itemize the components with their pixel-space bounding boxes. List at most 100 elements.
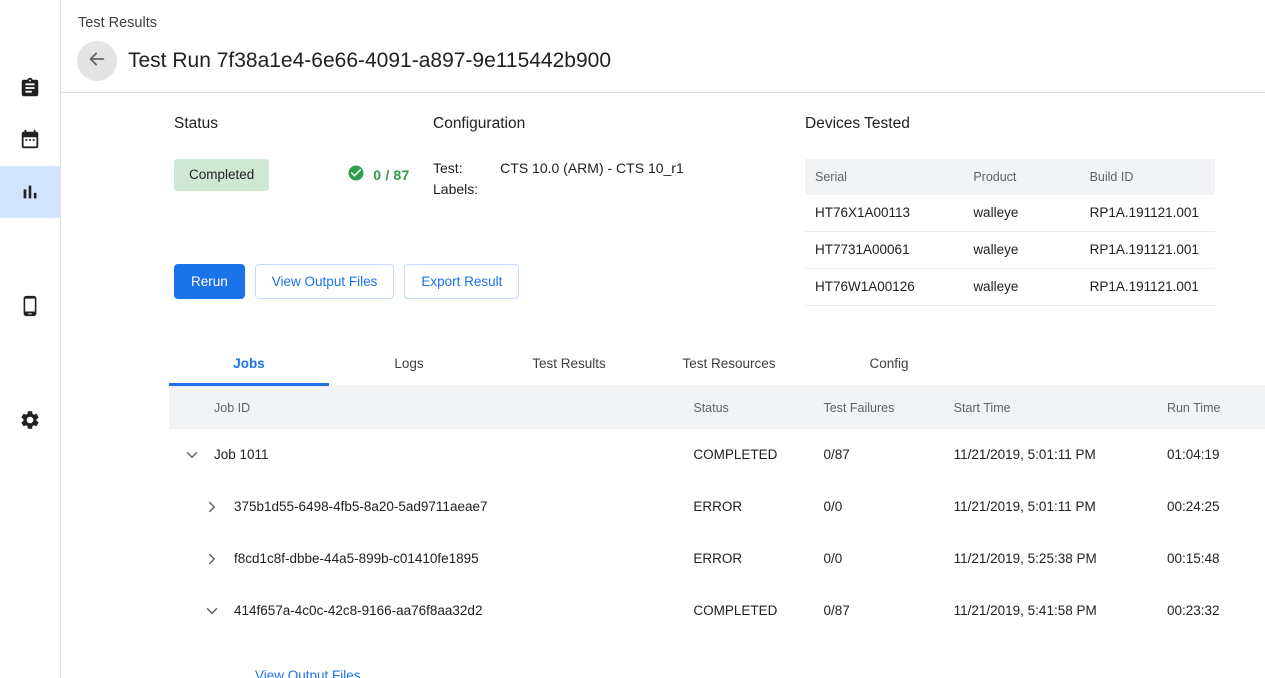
tab-test-results[interactable]: Test Results — [489, 343, 649, 386]
devices-heading: Devices Tested — [805, 115, 1215, 133]
table-row[interactable]: 414f657a-4c0c-42c8-9166-aa76f8aa32d2 COM… — [169, 585, 1265, 637]
job-id-cell: 375b1d55-6498-4fb5-8a20-5ad9711aeae7 — [169, 481, 693, 533]
sidebar-item-settings[interactable] — [0, 394, 60, 446]
job-test-failures: 0/0 — [823, 533, 953, 585]
sidebar-item-test-results[interactable] — [0, 166, 60, 218]
calendar-icon — [19, 129, 41, 151]
device-build-id: RP1A.191121.001 — [1080, 195, 1215, 232]
job-id-label: 414f657a-4c0c-42c8-9166-aa76f8aa32d2 — [234, 602, 482, 620]
job-run-time: 00:15:48 — [1167, 533, 1265, 585]
job-run-time: 01:04:19 — [1167, 429, 1265, 481]
config-value-labels — [500, 180, 684, 201]
job-id-cell: Job 1011 — [169, 429, 693, 481]
status-heading: Status — [174, 115, 433, 133]
expanded-detail-row: View Output Files — [169, 637, 1265, 678]
gear-icon — [19, 409, 41, 431]
device-serial: HT76X1A00113 — [805, 195, 963, 232]
job-start-time: 11/21/2019, 5:41:58 PM — [954, 585, 1167, 637]
config-row: Labels: — [433, 180, 684, 201]
jobs-col-status: Status — [693, 387, 823, 429]
job-test-failures: 0/87 — [823, 429, 953, 481]
table-row: HT76W1A00126 walleye RP1A.191121.001 — [805, 269, 1215, 306]
device-product: walleye — [963, 269, 1079, 306]
job-test-failures: 0/0 — [823, 481, 953, 533]
device-product: walleye — [963, 195, 1079, 232]
main-content: Test Results Test Run 7f38a1e4-6e66-4091… — [61, 0, 1265, 678]
jobs-table-wrapper: Job ID Status Test Failures Start Time R… — [169, 387, 1265, 678]
tab-test-resources[interactable]: Test Resources — [649, 343, 809, 386]
table-row[interactable]: f8cd1c8f-dbbe-44a5-899b-c01410fe1895 ERR… — [169, 533, 1265, 585]
config-value-test: CTS 10.0 (ARM) - CTS 10_r1 — [500, 159, 684, 180]
config-key-labels: Labels: — [433, 180, 500, 201]
app-root: Test Results Test Run 7f38a1e4-6e66-4091… — [0, 0, 1265, 678]
table-row[interactable]: 375b1d55-6498-4fb5-8a20-5ad9711aeae7 ERR… — [169, 481, 1265, 533]
action-buttons: Rerun View Output Files Export Result — [174, 264, 433, 299]
config-row: Test: CTS 10.0 (ARM) - CTS 10_r1 — [433, 159, 684, 180]
chevron-right-icon[interactable] — [202, 549, 222, 569]
chevron-down-icon[interactable] — [182, 445, 202, 465]
jobs-header-row: Job ID Status Test Failures Start Time R… — [169, 387, 1265, 429]
job-status: COMPLETED — [693, 429, 823, 481]
job-id-cell: 414f657a-4c0c-42c8-9166-aa76f8aa32d2 — [169, 585, 693, 637]
configuration-table: Test: CTS 10.0 (ARM) - CTS 10_r1 Labels: — [433, 159, 684, 201]
job-status: COMPLETED — [693, 585, 823, 637]
device-build-id: RP1A.191121.001 — [1080, 269, 1215, 306]
sidebar-item-devices[interactable] — [0, 280, 60, 332]
tab-jobs[interactable]: Jobs — [169, 343, 329, 386]
result-count-group: 0 / 87 — [347, 164, 409, 187]
job-test-failures: 0/87 — [823, 585, 953, 637]
status-column: Status Completed 0 / 87 Rerun View O — [61, 115, 433, 306]
sidebar — [0, 0, 61, 678]
jobs-col-start-time: Start Time — [954, 387, 1167, 429]
check-circle-icon — [347, 164, 365, 187]
config-key-test: Test: — [433, 159, 500, 180]
job-id-label: Job 1011 — [214, 446, 269, 464]
devices-col-product: Product — [963, 159, 1079, 195]
page-title: Test Run 7f38a1e4-6e66-4091-a897-9e11544… — [128, 48, 611, 74]
page-header: Test Results Test Run 7f38a1e4-6e66-4091… — [61, 0, 1265, 93]
breadcrumb: Test Results — [78, 14, 1265, 32]
job-run-time: 00:23:32 — [1167, 585, 1265, 637]
table-row: HT7731A00061 walleye RP1A.191121.001 — [805, 232, 1215, 269]
sidebar-item-schedules[interactable] — [0, 114, 60, 166]
tab-bar: Jobs Logs Test Results Test Resources Co… — [169, 343, 1265, 387]
table-row[interactable]: Job 1011 COMPLETED 0/87 11/21/2019, 5:01… — [169, 429, 1265, 481]
devices-col-build-id: Build ID — [1080, 159, 1215, 195]
device-build-id: RP1A.191121.001 — [1080, 232, 1215, 269]
jobs-col-test-failures: Test Failures — [823, 387, 953, 429]
tab-logs[interactable]: Logs — [329, 343, 489, 386]
job-start-time: 11/21/2019, 5:25:38 PM — [954, 533, 1167, 585]
phone-icon — [19, 295, 41, 317]
job-id-label: f8cd1c8f-dbbe-44a5-899b-c01410fe1895 — [234, 550, 479, 568]
view-output-files-button[interactable]: View Output Files — [255, 264, 395, 299]
expanded-detail-cell: View Output Files — [169, 637, 1265, 678]
view-output-files-link[interactable]: View Output Files — [255, 667, 361, 678]
job-status: ERROR — [693, 533, 823, 585]
status-line: Completed 0 / 87 — [174, 159, 433, 191]
devices-table: Serial Product Build ID HT76X1A00113 wal… — [805, 159, 1215, 306]
back-button[interactable] — [77, 41, 117, 81]
configuration-heading: Configuration — [433, 115, 805, 133]
jobs-col-job-id: Job ID — [169, 387, 693, 429]
table-row: HT76X1A00113 walleye RP1A.191121.001 — [805, 195, 1215, 232]
job-run-time: 00:24:25 — [1167, 481, 1265, 533]
rerun-button[interactable]: Rerun — [174, 264, 245, 299]
arrow-left-icon — [86, 48, 108, 75]
summary-section: Status Completed 0 / 87 Rerun View O — [61, 93, 1265, 306]
bar-chart-icon — [19, 181, 41, 203]
chevron-down-icon[interactable] — [202, 601, 222, 621]
status-badge: Completed — [174, 159, 269, 191]
job-status: ERROR — [693, 481, 823, 533]
job-id-cell: f8cd1c8f-dbbe-44a5-899b-c01410fe1895 — [169, 533, 693, 585]
configuration-column: Configuration Test: CTS 10.0 (ARM) - CTS… — [433, 115, 805, 306]
clipboard-icon — [19, 77, 41, 99]
device-product: walleye — [963, 232, 1079, 269]
tab-config[interactable]: Config — [809, 343, 969, 386]
jobs-table: Job ID Status Test Failures Start Time R… — [169, 387, 1265, 678]
title-row: Test Run 7f38a1e4-6e66-4091-a897-9e11544… — [77, 41, 1265, 81]
job-id-label: 375b1d55-6498-4fb5-8a20-5ad9711aeae7 — [234, 498, 487, 516]
devices-col-serial: Serial — [805, 159, 963, 195]
chevron-right-icon[interactable] — [202, 497, 222, 517]
sidebar-item-test-plans[interactable] — [0, 62, 60, 114]
devices-header-row: Serial Product Build ID — [805, 159, 1215, 195]
